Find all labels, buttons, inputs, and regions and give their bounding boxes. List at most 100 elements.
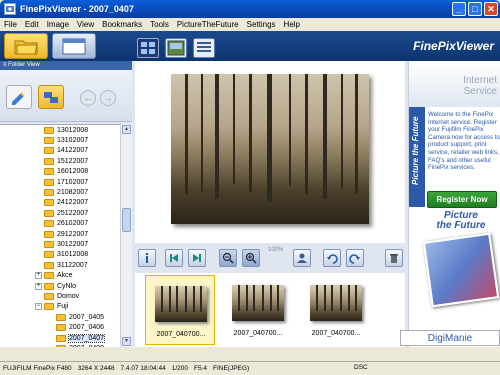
scroll-up-icon[interactable]: ▲ — [122, 125, 131, 134]
tree-item-label: 2007_0405 — [69, 313, 105, 321]
thumbnail-view-button[interactable] — [137, 38, 159, 58]
preview-pane — [135, 61, 405, 243]
folder-icon — [44, 251, 54, 259]
tree-item-label: 26102007 — [57, 220, 89, 228]
tree-item[interactable]: 2007_0407 — [0, 333, 120, 343]
tree-item[interactable]: 2007_0406 — [0, 322, 120, 332]
menu-bookmarks[interactable]: Bookmarks — [102, 20, 142, 29]
tree-item[interactable]: 15122007 — [0, 156, 120, 166]
tree-item[interactable]: 29122007 — [0, 229, 120, 239]
tree-trunk — [267, 74, 272, 202]
service-title: Internet Service — [463, 75, 497, 97]
tree-item[interactable]: − Fuji — [0, 302, 120, 312]
tree-trunk — [233, 74, 235, 184]
register-now-button[interactable]: Register Now — [427, 191, 497, 208]
face-detect-button[interactable] — [293, 249, 311, 267]
folder-tree-scrollbar[interactable]: ▲ ▼ — [120, 124, 132, 347]
browser-view-button[interactable] — [52, 33, 96, 59]
edit-button[interactable] — [6, 85, 32, 109]
next-button[interactable] — [188, 249, 206, 267]
tree-item[interactable]: + CyNlo — [0, 281, 120, 291]
tree-item[interactable]: 14122007 — [0, 146, 120, 156]
tree-item[interactable]: 2007_0405 — [0, 312, 120, 322]
watermark: DigiManie — [400, 330, 500, 346]
menu-edit[interactable]: Edit — [25, 20, 39, 29]
preview-view-button[interactable] — [165, 38, 187, 58]
pencil-icon — [12, 92, 25, 105]
tree-trunk — [201, 74, 203, 192]
rotate-left-button[interactable] — [323, 249, 341, 267]
folder-icon — [44, 189, 54, 197]
tree-item-label: 2007_0407 — [67, 333, 106, 343]
expand-toggle-icon[interactable]: + — [35, 282, 42, 290]
tree-item[interactable]: 24122007 — [0, 198, 120, 208]
menu-picturethefuture[interactable]: PictureTheFuture — [177, 20, 239, 29]
tree-trunk — [355, 74, 358, 194]
tree-item-label: Fuji — [57, 303, 69, 311]
tree-item[interactable]: 26102007 — [0, 219, 120, 229]
tree-item[interactable]: 31122007 — [0, 260, 120, 270]
folder-tree-button[interactable] — [38, 85, 64, 109]
list-view-button[interactable] — [193, 38, 215, 58]
picture-the-future-logo[interactable]: Picture the Future — [423, 211, 499, 231]
status-camera: FUJIFILM FinePix F480 — [3, 365, 72, 372]
tree-item[interactable]: 16012008 — [0, 167, 120, 177]
menu-view[interactable]: View — [77, 20, 94, 29]
promo-image[interactable] — [422, 232, 500, 308]
app-icon — [4, 3, 16, 15]
tree-trunk — [341, 74, 343, 189]
thumbnail-item[interactable]: 2007_040700... — [301, 275, 371, 345]
rotate-right-icon — [349, 254, 360, 264]
menu-tools[interactable]: Tools — [150, 20, 169, 29]
tree-item[interactable]: 13012008 — [0, 125, 120, 135]
folder-view-button[interactable] — [4, 33, 48, 59]
previous-button[interactable] — [165, 249, 183, 267]
tree-trunk — [316, 285, 318, 311]
picture-the-future-tab[interactable]: Picture the Future — [409, 107, 425, 207]
menu-image[interactable]: Image — [47, 20, 69, 29]
expand-toggle-icon[interactable]: − — [35, 303, 42, 311]
scroll-down-icon[interactable]: ▼ — [122, 337, 131, 346]
preview-photo[interactable] — [171, 74, 369, 224]
tree-item[interactable]: + Akce — [0, 270, 120, 280]
tree-item[interactable]: 17102007 — [0, 177, 120, 187]
thumbnail-image — [155, 286, 207, 322]
status-aperture: F5.4 — [193, 365, 207, 372]
folder-view-label: ≡ Folder View — [0, 61, 132, 70]
tree-item[interactable]: 21082007 — [0, 187, 120, 197]
tree-item[interactable]: 25122007 — [0, 208, 120, 218]
menu-help[interactable]: Help — [284, 20, 300, 29]
tree-item-label: 25122007 — [57, 209, 89, 217]
tree-item-label: CyNlo — [57, 282, 77, 290]
rotate-right-button[interactable] — [346, 249, 364, 267]
thumbnail-item[interactable]: 2007_040700... — [145, 275, 215, 345]
expand-toggle-icon[interactable]: + — [35, 272, 42, 280]
tree-trunk — [355, 285, 357, 311]
menu-settings[interactable]: Settings — [247, 20, 276, 29]
tree-trunk — [215, 74, 219, 199]
tree-item[interactable]: 13102007 — [0, 135, 120, 145]
minimize-button[interactable]: _ — [452, 2, 466, 16]
title-bar: FinePixViewer - 2007_0407 _ □ ✕ — [0, 0, 500, 18]
tree-item[interactable]: Domov — [0, 291, 120, 301]
tree-item-label: Domov — [57, 292, 80, 300]
tree-item-label: 2007_0406 — [69, 324, 105, 332]
thumbnail-caption: 2007_040700... — [311, 330, 361, 337]
maximize-button[interactable]: □ — [468, 2, 482, 16]
delete-button[interactable] — [385, 249, 403, 267]
back-arrow-icon[interactable]: ← — [80, 90, 96, 106]
tree-item[interactable]: 30122007 — [0, 239, 120, 249]
info-button[interactable] — [138, 249, 156, 267]
tree-item[interactable]: 31012008 — [0, 250, 120, 260]
forward-arrow-icon[interactable]: → — [100, 90, 116, 106]
zoom-in-button[interactable] — [242, 249, 260, 267]
close-button[interactable]: ✕ — [484, 2, 498, 16]
menu-file[interactable]: File — [4, 20, 17, 29]
scroll-thumb[interactable] — [122, 208, 131, 232]
folder-icon — [44, 240, 54, 248]
folder-tools: ← → — [0, 70, 132, 122]
thumbnail-item[interactable]: 2007_040700... — [223, 275, 293, 345]
tree-trunk — [185, 74, 188, 194]
tree-item[interactable]: 2007_0408 — [0, 343, 120, 347]
zoom-out-button[interactable] — [219, 249, 237, 267]
